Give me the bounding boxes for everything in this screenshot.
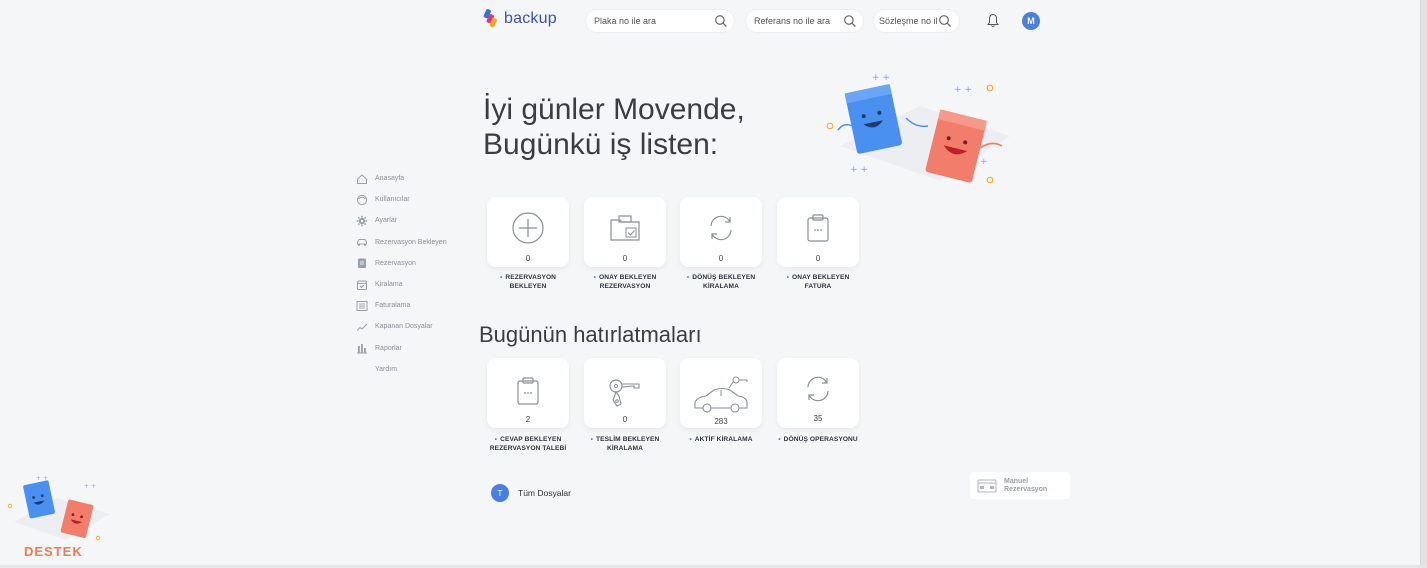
sidebar-item-home[interactable]: Anasayfa [356, 168, 447, 189]
svg-text:+ +: + + [84, 483, 96, 490]
refresh-icon [807, 376, 829, 402]
clipboard-dots-icon [517, 377, 539, 405]
car-icon [356, 236, 368, 248]
greeting-heading: İyi günler Movende, Bugünkü iş listen: [483, 92, 745, 162]
card-pending-reservation[interactable]: 0 [487, 197, 569, 267]
folder-check-icon [610, 215, 640, 241]
card-count: 0 [622, 254, 628, 263]
invoice-icon [356, 300, 368, 312]
card-label: • DÖNÜŞ BEKLEYEN KİRALAMA [686, 274, 756, 290]
all-files-label: Tüm Dosyalar [518, 488, 571, 498]
calendar-check-icon [356, 279, 368, 291]
svg-text:+ +: + + [872, 73, 890, 83]
support-label[interactable]: DESTEK [24, 544, 83, 559]
sidebar-item-invoicing[interactable]: Faturalama [356, 295, 447, 316]
contract-search-input[interactable] [874, 16, 938, 26]
logo-text: backup [504, 10, 557, 27]
gear-icon [356, 215, 368, 227]
greeting-line-1: İyi günler Movende, [483, 93, 745, 126]
sidebar-item-label: Anasayfa [375, 175, 405, 183]
clipboard-icon [356, 257, 368, 269]
calendar-car-icon [977, 479, 997, 492]
card-awaiting-delivery-rental[interactable]: 0 [584, 358, 666, 428]
hero-illustration: + + + + + + + [826, 73, 1010, 184]
plate-search-input[interactable] [586, 16, 715, 26]
card-approval-pending-reservation[interactable]: 0 [584, 197, 666, 267]
card-label: • REZERVASYON BEKLEYEN [499, 274, 557, 290]
reminders-title: Bugünün hatırlatmaları [479, 322, 702, 347]
card-awaiting-reply-reservation-request[interactable]: 2 [487, 358, 569, 428]
card-label: • DÖNÜŞ OPERASYONU [778, 436, 858, 443]
greeting-line-2: Bugünkü iş listen: [483, 128, 719, 161]
car-with-keys-icon [694, 376, 748, 413]
card-return-pending-rental[interactable]: 0 [680, 197, 762, 267]
sidebar-item-label: Kiralama [375, 281, 403, 289]
sidebar-item-label: Kullanıcılar [375, 196, 410, 204]
card-count: 0 [622, 415, 628, 424]
svg-text:+ +: + + [954, 85, 972, 95]
sidebar-item-pending-reservation[interactable]: Rezervasyon Bekleyen [356, 232, 447, 253]
card-count: 0 [815, 254, 821, 263]
sidebar-item-label: Yardım [375, 365, 398, 373]
card-count: 0 [525, 254, 531, 263]
manual-reservation-label: Manuel Rezervasyon [1004, 477, 1048, 493]
card-count: 0 [718, 254, 724, 263]
card-label: • ONAY BEKLEYEN REZERVASYON [593, 274, 657, 290]
sidebar-item-closed-files[interactable]: Kapanan Dosyalar [356, 316, 447, 337]
svg-text:+ +: + + [36, 475, 48, 482]
sidebar-item-settings[interactable]: Ayarlar [356, 210, 447, 231]
sidebar-item-label: Rezervasyon Bekleyen [375, 238, 447, 246]
sidebar-item-label: Raporlar [375, 344, 402, 352]
search-icon[interactable] [938, 14, 952, 28]
app-logo[interactable]: backup [482, 8, 557, 30]
card-count: 283 [714, 417, 728, 426]
support-illustration[interactable]: + + + + [6, 474, 116, 544]
manual-reservation-button[interactable]: Manuel Rezervasyon [970, 472, 1070, 499]
contract-search[interactable] [874, 10, 959, 32]
search-icon[interactable] [843, 14, 857, 28]
refresh-icon [710, 215, 732, 241]
card-label: • ONAY BEKLEYEN FATURA [786, 274, 850, 290]
card-return-operation[interactable]: 35 [777, 358, 859, 428]
user-avatar[interactable]: M [1022, 12, 1040, 30]
card-label: • CEVAP BEKLEYEN REZERVASYON TALEBİ [489, 436, 567, 452]
card-label: • TESLİM BEKLEYEN KİRALAMA [590, 436, 660, 452]
trend-icon [356, 321, 368, 333]
sidebar-item-reports[interactable]: Raporlar [356, 338, 447, 359]
card-count: 35 [813, 414, 823, 423]
sidebar-item-users[interactable]: Kullanıcılar [356, 189, 447, 210]
bar-chart-icon [356, 342, 368, 354]
sidebar-item-label: Kapanan Dosyalar [375, 323, 433, 331]
plus-circle-icon [512, 212, 544, 244]
reference-search-input[interactable] [746, 16, 844, 26]
all-files-link[interactable]: T Tüm Dosyalar [491, 484, 571, 502]
car-keys-icon [609, 379, 640, 407]
bell-icon[interactable] [986, 13, 1000, 28]
home-icon [356, 173, 368, 185]
clipboard-dots-icon [807, 214, 829, 242]
logo-mark-icon [482, 8, 502, 30]
card-label: • AKTİF KİRALAMA [689, 436, 753, 443]
all-files-badge: T [491, 484, 509, 502]
sidebar-item-reservation[interactable]: Rezervasyon [356, 253, 447, 274]
sidebar-item-label: Faturalama [375, 302, 411, 310]
search-icon[interactable] [714, 14, 728, 28]
card-approval-pending-invoice[interactable]: 0 [777, 197, 859, 267]
plate-search[interactable] [586, 10, 734, 32]
svg-text:+ +: + + [850, 165, 868, 175]
card-count: 2 [525, 415, 531, 424]
sidebar-item-label: Rezervasyon [375, 259, 416, 267]
card-active-rental[interactable]: 283 [680, 358, 762, 428]
window-scrollbar[interactable] [1420, 0, 1427, 568]
reference-search[interactable] [746, 10, 863, 32]
sidebar-item-label: Ayarlar [375, 217, 398, 225]
sidebar-nav: Anasayfa Kullanıcılar Ayarlar Rezervasyo… [356, 168, 447, 380]
sidebar-item-rental[interactable]: Kiralama [356, 274, 447, 295]
svg-text:+: + [980, 157, 988, 167]
user-face-icon [356, 194, 368, 206]
sidebar-item-help[interactable]: Yardım [356, 359, 447, 380]
